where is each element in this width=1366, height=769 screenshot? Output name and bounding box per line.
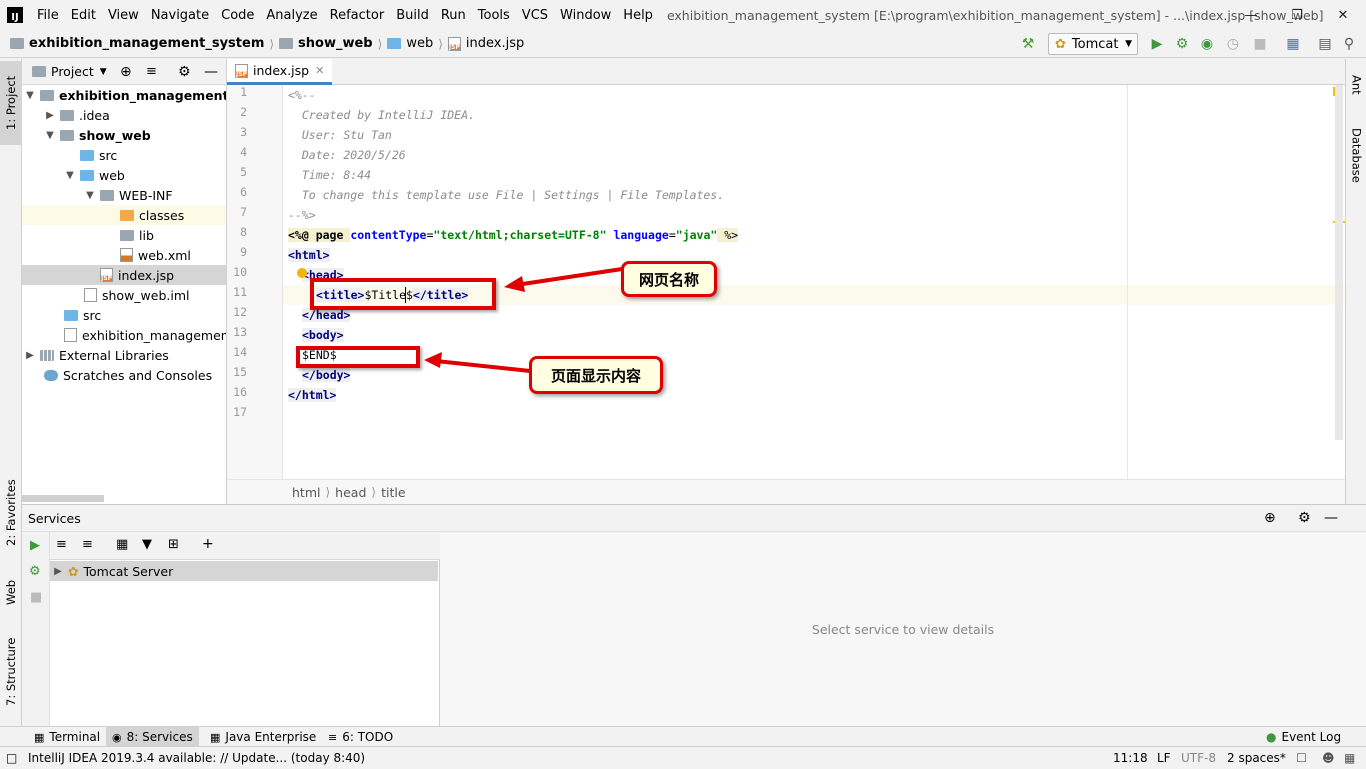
stop-icon[interactable]: ■ [30, 590, 42, 605]
collapse-all-icon[interactable]: ≡ [82, 537, 93, 552]
tab-todo[interactable]: ≡ 6: TODO [322, 727, 399, 747]
filter-icon[interactable]: ▼ [142, 537, 152, 552]
java-enterprise-icon: ▦ [210, 730, 221, 744]
tree-item-tomcat-server[interactable]: ▶ ✿ Tomcat Server [50, 561, 438, 581]
memory-icon[interactable]: ▦ [1344, 747, 1355, 769]
lock-icon[interactable]: ☐ [1296, 747, 1307, 769]
hide-panel-icon[interactable]: — [1324, 510, 1338, 526]
arrow-head [424, 352, 442, 368]
arrow-line [435, 359, 531, 373]
tab-terminal[interactable]: ▦ Terminal [28, 727, 106, 747]
chevron-right-icon: ▶ [54, 565, 62, 577]
run-icon[interactable]: ▶ [30, 538, 40, 553]
arrow-head [504, 276, 525, 292]
tool-window-bar: ▦ Terminal ◉ 8: Services ▦ Java Enterprise … [0, 726, 1366, 747]
group-by-icon[interactable]: ▦ [116, 537, 128, 552]
arrow-line [515, 267, 623, 287]
services-icon: ◉ [112, 730, 122, 744]
inspector-icon[interactable]: ☻ [1322, 747, 1335, 769]
status-square-icon[interactable]: □ [6, 747, 17, 769]
add-icon[interactable]: + [202, 536, 214, 552]
service-details: Select service to view details [440, 532, 1366, 727]
caret-position[interactable]: 11:18 [1113, 747, 1148, 769]
body-callout: 页面显示内容 [529, 356, 663, 394]
indent-setting[interactable]: 2 spaces* [1227, 747, 1286, 769]
line-separator[interactable]: LF [1157, 747, 1171, 769]
new-tab-icon[interactable]: ⊞ [168, 537, 179, 552]
status-message[interactable]: IntelliJ IDEA 2019.3.4 available: // Upd… [28, 747, 365, 769]
tab-services[interactable]: ◉ 8: Services [106, 727, 199, 747]
services-header: Services ⊕ ⚙ — [22, 505, 1366, 532]
expand-all-icon[interactable]: ≡ [56, 537, 67, 552]
tomcat-icon: ✿ [68, 563, 79, 579]
title-callout: 网页名称 [621, 261, 717, 297]
services-panel: Services ⊕ ⚙ — ▶ ⚙ ■ ≡ ≡ ▦ ▼ ⊞ + ▶ ✿ Tom… [22, 504, 1366, 727]
tab-java-enterprise[interactable]: ▦ Java Enterprise [204, 727, 322, 747]
terminal-icon: ▦ [34, 730, 45, 744]
services-toolbar: ≡ ≡ ▦ ▼ ⊞ + [50, 532, 440, 560]
event-log-icon: ● [1266, 730, 1277, 744]
services-action-bar: ▶ ⚙ ■ [22, 532, 50, 727]
add-service-icon[interactable]: ⊕ [1264, 510, 1276, 526]
file-encoding[interactable]: UTF-8 [1181, 747, 1216, 769]
event-log[interactable]: ● Event Log [1260, 727, 1347, 747]
services-tree: ▶ ✿ Tomcat Server [50, 560, 440, 727]
status-bar: □ IntelliJ IDEA 2019.3.4 available: // U… [0, 746, 1366, 768]
todo-icon: ≡ [328, 730, 338, 744]
debug-icon[interactable]: ⚙ [29, 564, 41, 579]
services-title: Services [28, 510, 81, 526]
gear-icon[interactable]: ⚙ [1298, 510, 1311, 526]
